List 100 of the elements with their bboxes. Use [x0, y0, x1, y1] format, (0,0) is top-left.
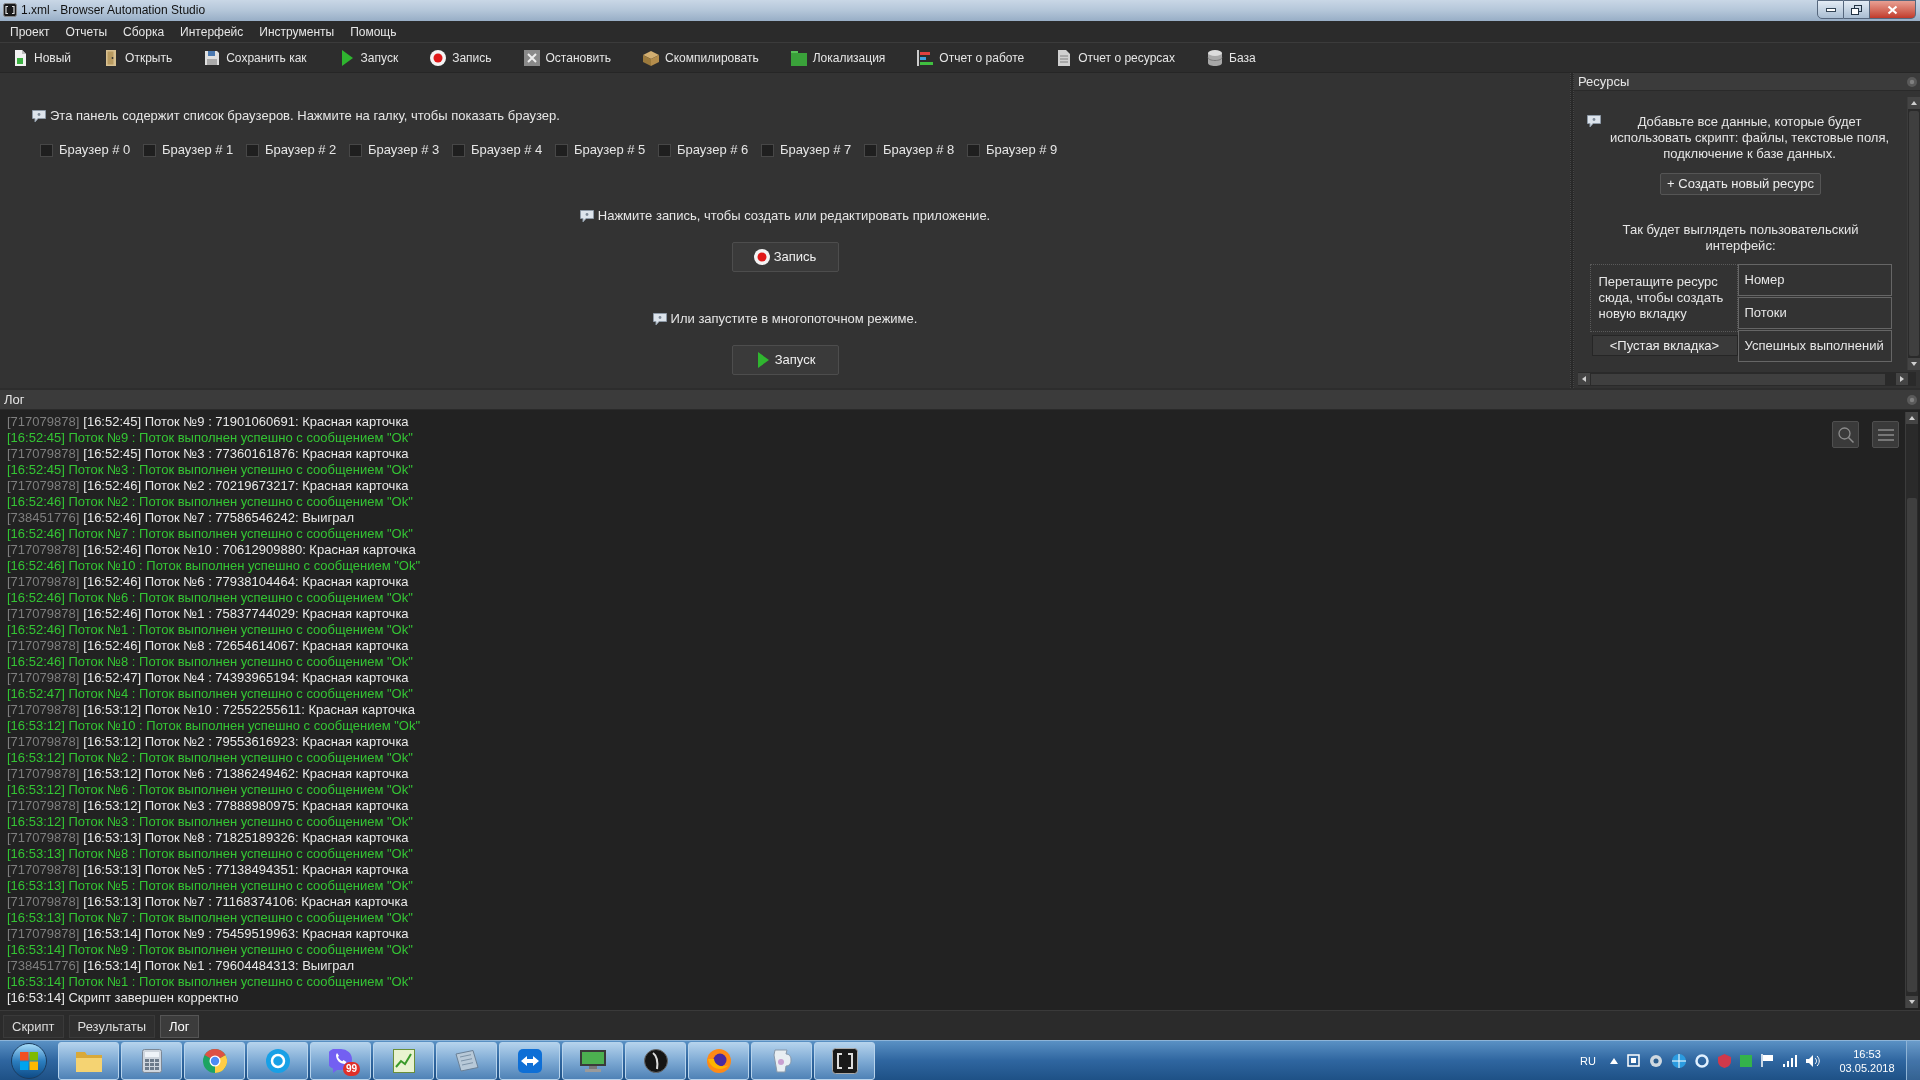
minimize-button[interactable] [1817, 0, 1844, 19]
new-document-icon [12, 49, 28, 66]
toolbar-button[interactable]: Новый [6, 44, 78, 71]
menu-item[interactable]: Проект [3, 21, 57, 42]
tab[interactable]: Результаты [68, 1015, 156, 1038]
log-source-id: [717079878] [7, 478, 80, 494]
globe-icon [1672, 1053, 1686, 1068]
log-message: [16:53:14] Поток №1 : 79604484313: Выиграл [83, 958, 355, 974]
taskbar-app-button[interactable]: 99 [310, 1041, 371, 1080]
browser-checkbox[interactable] [349, 143, 362, 157]
log-source-id: [717079878] [7, 862, 80, 878]
toolbar-button[interactable]: Сохранить как [198, 44, 313, 71]
menu-item[interactable]: Интерфейс [173, 21, 251, 42]
record-icon [430, 49, 447, 66]
log-source-id: [717079878] [7, 766, 80, 782]
drop-zone: Перетащите ресурс сюда, чтобы создать новую вкладку [1589, 264, 1738, 332]
menu-item[interactable]: Инструменты [252, 21, 342, 42]
clock-button[interactable]: 16:53 03.05.2018 [1832, 1046, 1902, 1075]
browser-checkbox[interactable] [761, 143, 774, 157]
log-source-id: [717079878] [7, 638, 80, 654]
taskbar-app-button[interactable] [625, 1041, 686, 1080]
log-message: [16:53:12] Поток №2 : Поток выполнен успешно с сообщением "Ok" [7, 750, 413, 766]
log-message: [16:53:14] Поток №9 : 75459519963: Красная карточка [83, 926, 409, 942]
log-message: [16:53:13] Поток №8 : Поток выполнен успешно с сообщением "Ok" [7, 846, 413, 862]
speech-bubble-icon [652, 312, 667, 326]
log-message: [16:53:14] Поток №9 : Поток выполнен успешно с сообщением "Ok" [7, 942, 413, 958]
browser-label[interactable]: Браузер # 1 [162, 142, 234, 158]
browser-checkbox[interactable] [143, 143, 156, 157]
menu-item[interactable]: Помощь [343, 21, 404, 42]
taskbar-app-button[interactable] [814, 1041, 875, 1080]
record-button[interactable]: Запись [731, 242, 839, 272]
caret-up-icon [1908, 97, 1920, 109]
log-message: [16:52:45] Поток №3 : Поток выполнен успешно с сообщением "Ok" [7, 462, 413, 478]
document-icon [1056, 49, 1073, 66]
start-button[interactable] [11, 1042, 47, 1079]
caret-up-icon [1906, 412, 1918, 424]
browser-label[interactable]: Браузер # 9 [986, 142, 1058, 158]
browser-label[interactable]: Браузер # 8 [883, 142, 955, 158]
show-desktop-button[interactable] [1906, 1041, 1920, 1080]
browser-checkbox[interactable] [40, 143, 53, 157]
browser-checkbox[interactable] [658, 143, 671, 157]
vertical-scrollbar[interactable] [1905, 412, 1918, 1008]
toolbar-button[interactable]: Открыть [97, 44, 179, 71]
menu-icon [1877, 428, 1894, 441]
create-resource-button[interactable]: + Создать новый ресурс [1660, 173, 1821, 195]
menu-item[interactable]: Отчеты [58, 21, 114, 42]
browser-label[interactable]: Браузер # 6 [677, 142, 749, 158]
close-icon [1887, 4, 1898, 15]
ring-icon [1695, 1053, 1709, 1068]
toolbar-button[interactable]: Скомпилировать [637, 44, 765, 71]
taskbar-app-button[interactable] [688, 1041, 749, 1080]
browser-label[interactable]: Браузер # 5 [574, 142, 646, 158]
browser-checkbox[interactable] [452, 143, 465, 157]
scrollbar-thumb[interactable] [1591, 373, 1885, 385]
browser-label[interactable]: Браузер # 7 [780, 142, 852, 158]
toolbar-button[interactable]: Запись [424, 44, 498, 71]
empty-tab-button[interactable]: <Пустая вкладка> [1591, 335, 1738, 356]
toolbar-button[interactable]: Отчет о работе [911, 44, 1031, 71]
language-indicator[interactable]: RU [1580, 1052, 1596, 1069]
scrollbar-thumb[interactable] [1907, 498, 1917, 992]
caret-left-icon [1578, 373, 1590, 385]
record-icon [753, 249, 770, 265]
close-button[interactable] [1870, 0, 1916, 19]
restore-button[interactable] [1844, 0, 1870, 19]
browser-checkbox[interactable] [864, 143, 877, 157]
monitor-icon [579, 1049, 606, 1072]
globe-icon [706, 1048, 731, 1073]
preview-field: Потоки [1737, 297, 1892, 329]
log-message: [16:52:45] Поток №9 : 71901060691: Красная карточка [83, 414, 409, 430]
taskbar-app-button[interactable] [562, 1041, 623, 1080]
browser-label[interactable]: Браузер # 4 [471, 142, 543, 158]
log-source-id: [717079878] [7, 798, 80, 814]
browser-checkbox[interactable] [555, 143, 568, 157]
search-button[interactable] [1832, 421, 1859, 448]
flag-icon [1761, 1054, 1774, 1067]
toolbar-button[interactable]: Запуск [332, 44, 405, 71]
log-message: [16:52:46] Поток №8 : Поток выполнен успешно с сообщением "Ok" [7, 654, 413, 670]
browser-checkbox[interactable] [967, 143, 980, 157]
browser-checkbox[interactable] [246, 143, 259, 157]
browser-label[interactable]: Браузер # 0 [59, 142, 131, 158]
log-message: [16:53:14] Скрипт завершен корректно [7, 990, 239, 1006]
toolbar-button[interactable]: База [1201, 44, 1262, 71]
tab[interactable]: Лог [160, 1015, 199, 1038]
log-source-id: [717079878] [7, 542, 80, 558]
log-message: [16:52:46] Поток №2 : Поток выполнен успешно с сообщением "Ok" [7, 494, 413, 510]
toolbar-button[interactable]: Отчет о ресурсах [1050, 44, 1181, 71]
menu-item[interactable]: Сборка [116, 21, 172, 42]
log-message: [16:52:45] Поток №3 : 77360161876: Красная карточка [83, 446, 409, 462]
run-button[interactable]: Запуск [731, 345, 839, 375]
browser-label[interactable]: Браузер # 2 [265, 142, 337, 158]
tab[interactable]: Скрипт [3, 1015, 64, 1038]
menu-button[interactable] [1872, 421, 1899, 448]
horizontal-scrollbar[interactable] [1578, 372, 1916, 386]
log-message: [16:53:14] Поток №1 : Поток выполнен успешно с сообщением "Ok" [7, 974, 413, 990]
toolbar-button[interactable]: Остановить [517, 44, 617, 71]
log-source-id: [717079878] [7, 670, 80, 686]
toolbar-button[interactable]: Локализация [784, 44, 892, 71]
browser-panel-hint: Эта панель содержит список браузеров. Нажмите на галку, чтобы показать браузер. [50, 108, 560, 124]
browser-label[interactable]: Браузер # 3 [368, 142, 440, 158]
vertical-scrollbar[interactable] [1907, 97, 1920, 370]
